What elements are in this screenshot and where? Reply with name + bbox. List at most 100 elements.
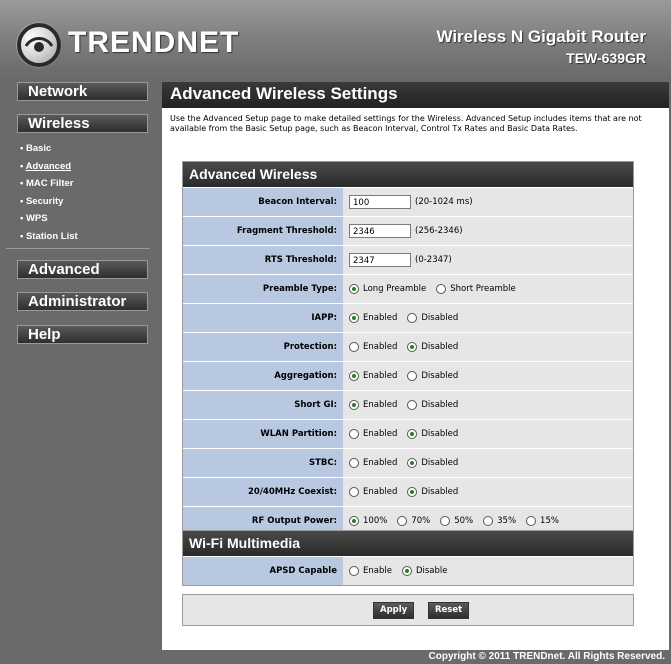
option-label: Disabled — [421, 371, 459, 381]
option-label: 35% — [497, 516, 517, 526]
preamble-short-radio[interactable] — [436, 284, 447, 294]
option-label: Disabled — [421, 342, 459, 352]
sidebar-item-label: MAC Filter — [25, 178, 74, 189]
model-title: Wireless N Gigabit Router — [436, 27, 646, 46]
sidebar-item-mac-filter[interactable]: MAC Filter — [20, 175, 78, 193]
protection-row: Protection: Enabled Disabled — [183, 332, 633, 361]
aggregation-disabled-radio[interactable] — [407, 371, 418, 381]
option-label: Enabled — [363, 487, 398, 497]
nav-advanced[interactable]: Advanced — [17, 260, 148, 279]
rts-threshold-row: RTS Threshold: 2347 (0-2347) — [183, 245, 633, 274]
wlan-partition-row: WLAN Partition: Enabled Disabled — [183, 419, 633, 448]
rf-70-radio[interactable] — [397, 516, 408, 526]
field-label: Preamble Type: — [183, 275, 343, 303]
coexist-row: 20/40MHz Coexist: Enabled Disabled — [183, 477, 633, 506]
field-label: Beacon Interval: — [183, 188, 343, 216]
sidebar-item-basic[interactable]: Basic — [20, 140, 78, 158]
rf-15-radio[interactable] — [526, 516, 537, 526]
sidebar-item-label: WPS — [25, 213, 48, 224]
copyright-text: Copyright © 2011 TRENDnet. All Rights Re… — [428, 651, 666, 662]
field-label: Fragment Threshold: — [183, 217, 343, 245]
advanced-wireless-section: Advanced Wireless Beacon Interval: 100 (… — [182, 161, 634, 536]
nav-wireless[interactable]: Wireless — [17, 114, 148, 133]
protection-enabled-radio[interactable] — [349, 342, 359, 352]
sidebar-item-advanced[interactable]: Advanced — [20, 158, 78, 176]
short-gi-enabled-radio[interactable] — [349, 400, 359, 410]
aggregation-row: Aggregation: Enabled Disabled — [183, 361, 633, 390]
sidebar-item-station-list[interactable]: Station List — [20, 228, 78, 246]
coexist-enabled-radio[interactable] — [349, 487, 359, 497]
stbc-row: STBC: Enabled Disabled — [183, 448, 633, 477]
field-label: IAPP: — [183, 304, 343, 332]
section-heading: Wi-Fi Multimedia — [183, 531, 633, 556]
sidebar-item-label: Basic — [25, 143, 52, 154]
range-hint: (256-2346) — [415, 226, 463, 236]
fragment-threshold-row: Fragment Threshold: 2346 (256-2346) — [183, 216, 633, 245]
wlan-partition-enabled-radio[interactable] — [349, 429, 359, 439]
preamble-long-radio[interactable] — [349, 284, 359, 294]
model-number: TEW-639GR — [566, 50, 646, 66]
option-label: Disabled — [421, 429, 459, 439]
coexist-disabled-radio[interactable] — [407, 487, 418, 497]
iapp-disabled-radio[interactable] — [407, 313, 418, 323]
rf-100-radio[interactable] — [349, 516, 359, 526]
trendnet-logo-icon — [16, 22, 62, 68]
sidebar-item-label: Station List — [25, 230, 78, 242]
range-hint: (20-1024 ms) — [415, 197, 473, 207]
apsd-disable-radio[interactable] — [401, 566, 412, 576]
stbc-enabled-radio[interactable] — [349, 458, 359, 468]
option-label: Enabled — [363, 371, 398, 381]
aggregation-enabled-radio[interactable] — [349, 371, 359, 381]
iapp-enabled-radio[interactable] — [349, 313, 359, 323]
rf-35-radio[interactable] — [483, 516, 494, 526]
option-label: 15% — [540, 516, 559, 526]
option-label: Disabled — [421, 487, 459, 497]
page-title-bar: Advanced Wireless Settings — [162, 82, 669, 108]
nav-administrator[interactable]: Administrator — [17, 292, 148, 311]
header: TRENDNET Wireless N Gigabit Router TEW-6… — [0, 0, 671, 78]
sidebar-item-label: Security — [25, 195, 64, 207]
preamble-type-row: Preamble Type: Long Preamble Short Pream… — [183, 274, 633, 303]
wifi-multimedia-section: Wi-Fi Multimedia APSD Capable Enable Dis… — [182, 530, 634, 586]
field-label: APSD Capable — [183, 557, 343, 585]
field-label: STBC: — [183, 449, 343, 477]
brand-name: TRENDNET — [68, 26, 240, 59]
nav-network[interactable]: Network — [17, 82, 148, 101]
iapp-row: IAPP: Enabled Disabled — [183, 303, 633, 332]
sidebar-item-wps[interactable]: WPS — [20, 210, 78, 228]
sidebar: Network Wireless Basic Advanced MAC Filt… — [0, 78, 156, 664]
field-label: WLAN Partition: — [183, 420, 343, 448]
option-label: Enabled — [363, 429, 398, 439]
option-label: Enabled — [363, 313, 398, 323]
option-label: Enabled — [363, 458, 398, 468]
option-label: 70% — [411, 516, 431, 526]
rf-50-radio[interactable] — [440, 516, 451, 526]
apply-button[interactable]: Apply — [373, 602, 415, 619]
option-label: Disabled — [421, 400, 459, 410]
option-label: Short Preamble — [450, 284, 516, 294]
section-heading: Advanced Wireless — [183, 162, 633, 187]
option-label: 100% — [363, 516, 388, 526]
option-label: Enabled — [363, 400, 398, 410]
field-label: Aggregation: — [183, 362, 343, 390]
reset-button[interactable]: Reset — [428, 602, 470, 619]
page-title: Advanced Wireless Settings — [170, 84, 398, 103]
beacon-interval-input[interactable]: 100 — [349, 195, 411, 209]
rts-threshold-input[interactable]: 2347 — [349, 253, 411, 267]
sidebar-item-label: Advanced — [25, 160, 72, 172]
short-gi-disabled-radio[interactable] — [407, 400, 418, 410]
main-panel: Advanced Wireless Settings Use the Advan… — [162, 82, 669, 650]
fragment-threshold-input[interactable]: 2346 — [349, 224, 411, 238]
option-label: Disabled — [421, 458, 459, 468]
protection-disabled-radio[interactable] — [407, 342, 418, 352]
apsd-enable-radio[interactable] — [349, 566, 359, 576]
wlan-partition-disabled-radio[interactable] — [407, 429, 418, 439]
range-hint: (0-2347) — [415, 255, 452, 265]
option-label: Enabled — [363, 342, 398, 352]
option-label: Disable — [415, 566, 448, 576]
stbc-disabled-radio[interactable] — [407, 458, 418, 468]
field-label: Short GI: — [183, 391, 343, 419]
nav-help[interactable]: Help — [17, 325, 148, 344]
sidebar-item-security[interactable]: Security — [20, 193, 78, 211]
field-label: Protection: — [183, 333, 343, 361]
